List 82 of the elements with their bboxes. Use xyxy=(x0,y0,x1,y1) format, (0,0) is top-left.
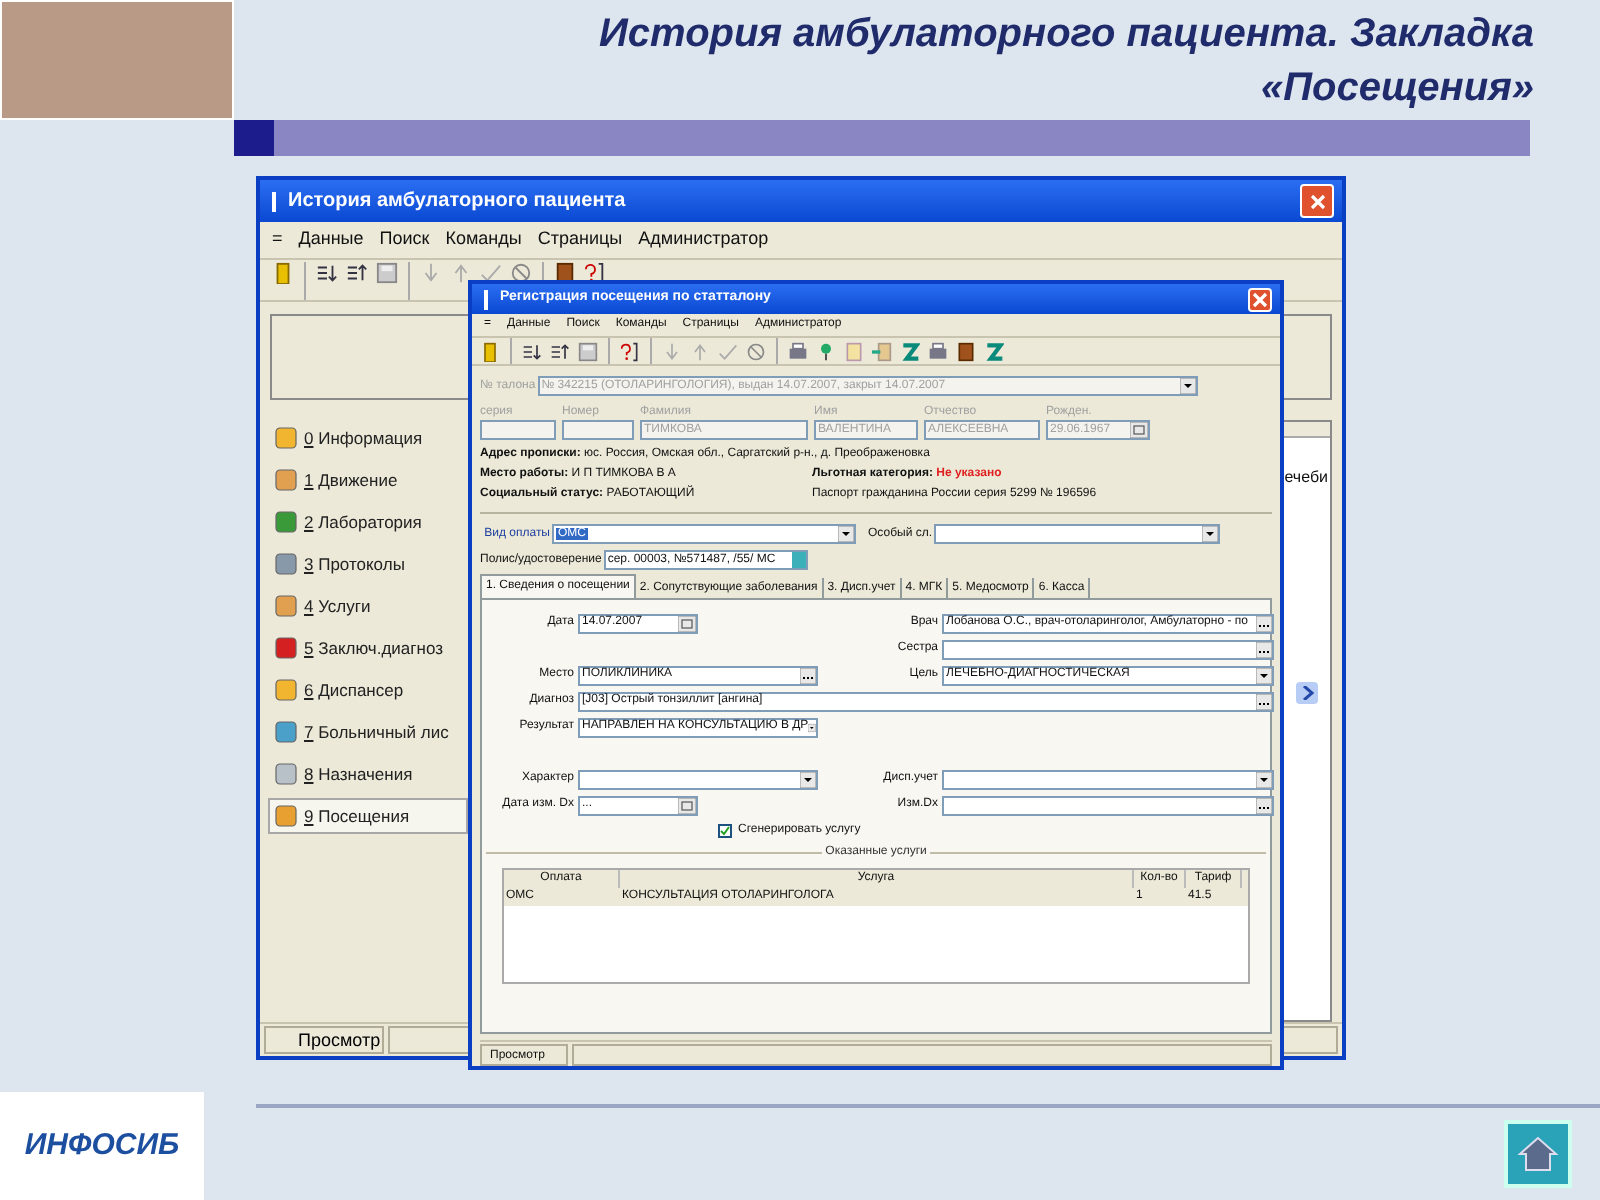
slide-title: «Посещения» xyxy=(1261,64,1534,114)
book-icon xyxy=(956,341,976,361)
book-icon xyxy=(554,262,576,284)
printer-icon xyxy=(928,341,948,361)
caret-icon xyxy=(800,771,816,787)
close-button[interactable] xyxy=(1300,184,1334,218)
help-icon xyxy=(620,341,640,361)
window-title: История амбулаторного пациента xyxy=(288,188,628,216)
toolbar-button[interactable] xyxy=(784,341,812,361)
home-button[interactable] xyxy=(1504,1120,1572,1188)
sidebar-item[interactable]: 4 Услуги xyxy=(268,588,468,624)
sort-icon xyxy=(522,341,542,361)
sidebar-item[interactable]: 2 Лаборатория xyxy=(268,504,468,540)
close-icon xyxy=(1252,291,1268,307)
arrow-up-icon xyxy=(690,341,710,361)
check-icon xyxy=(718,341,738,361)
sidebar-item[interactable]: 8 Назначения xyxy=(268,756,468,792)
caret-icon xyxy=(838,526,854,542)
check-icon xyxy=(720,825,730,835)
toolbar-button[interactable] xyxy=(342,262,372,284)
sort-icon xyxy=(346,262,368,284)
logo-text: ИНФОСИБ xyxy=(24,1125,180,1166)
menu-item[interactable]: Данные xyxy=(298,226,364,254)
document-icon xyxy=(844,341,864,361)
arrow-down-icon xyxy=(420,262,442,284)
caret-icon xyxy=(1202,526,1219,542)
toolbar-button[interactable] xyxy=(924,341,952,361)
accent-square xyxy=(234,120,274,156)
printer-icon xyxy=(788,341,808,361)
calendar-icon xyxy=(678,797,696,813)
scroll-button[interactable] xyxy=(1296,682,1318,704)
toolbar-button[interactable] xyxy=(546,341,574,361)
toolbar-button[interactable] xyxy=(616,341,644,361)
sort-icon xyxy=(550,341,570,361)
arrow-up-icon xyxy=(450,262,472,284)
menu-item[interactable]: Страницы xyxy=(537,226,623,254)
table-cell: ечеби xyxy=(1284,466,1328,490)
menu-item[interactable]: Администратор xyxy=(638,226,769,254)
slide-title: История амбулаторного пациента. Закладка xyxy=(599,10,1534,60)
cancel-icon xyxy=(510,262,532,284)
toolbar-button[interactable] xyxy=(518,341,546,361)
door-icon xyxy=(272,262,294,284)
menu-item[interactable]: Поиск xyxy=(379,226,430,254)
sort-icon xyxy=(316,262,338,284)
figure-icon xyxy=(900,341,920,361)
toolbar-button[interactable] xyxy=(506,262,536,284)
input-field[interactable] xyxy=(942,639,1274,659)
sidebar-item[interactable]: 6 Диспансер xyxy=(268,672,468,708)
chevron-right-icon xyxy=(1301,686,1313,700)
sidebar-item[interactable]: 9 Посещения xyxy=(268,798,468,834)
combo-box[interactable] xyxy=(934,524,1221,544)
combo-box[interactable] xyxy=(578,769,818,789)
input-field[interactable] xyxy=(942,795,1274,815)
menu-item[interactable]: Команды xyxy=(445,226,522,254)
menu-item[interactable]: = xyxy=(272,226,283,254)
document-icon xyxy=(872,341,892,361)
home-icon xyxy=(1516,1134,1560,1174)
close-icon xyxy=(1309,193,1325,209)
door-icon xyxy=(480,341,500,361)
caret-icon xyxy=(1179,378,1196,394)
calendar-icon xyxy=(678,615,696,631)
checkbox[interactable] xyxy=(718,823,732,837)
ellipsis-icon xyxy=(800,667,816,683)
status-text: Просмотр xyxy=(264,1026,384,1054)
close-button[interactable] xyxy=(1248,287,1272,311)
calendar-icon xyxy=(1130,422,1148,438)
toolbar-button[interactable] xyxy=(476,262,506,284)
combo-box[interactable] xyxy=(942,769,1274,789)
sidebar-item[interactable]: 0 Информация xyxy=(268,420,468,456)
sidebar-item[interactable]: 7 Больничный лис xyxy=(268,714,468,750)
picker-icon xyxy=(791,552,806,568)
sidebar-item[interactable]: 3 Протоколы xyxy=(268,546,468,582)
save-icon xyxy=(376,262,398,284)
caret-icon xyxy=(808,719,816,735)
sidebar-item[interactable]: 5 Заключ.диагноз xyxy=(268,630,468,666)
cancel-icon xyxy=(746,341,766,361)
toolbar-button[interactable] xyxy=(312,262,342,284)
sidebar-item[interactable]: 1 Движение xyxy=(268,462,468,498)
save-icon xyxy=(578,341,598,361)
figure-icon xyxy=(984,341,1004,361)
arrow-down-icon xyxy=(662,341,682,361)
check-icon xyxy=(480,262,502,284)
